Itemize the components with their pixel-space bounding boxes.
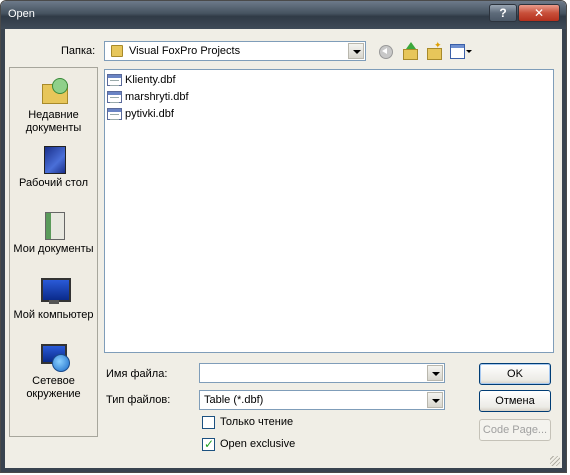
- place-label: Недавние документы: [25, 109, 82, 134]
- file-name: Klienty.dbf: [125, 74, 176, 86]
- place-network[interactable]: Сетевое окружение: [10, 342, 97, 401]
- checkbox-box[interactable]: [202, 437, 215, 451]
- folder-icon: [111, 45, 123, 57]
- window-frame-left: [1, 29, 5, 472]
- views-menu-icon[interactable]: [449, 42, 473, 60]
- up-folder-icon[interactable]: [401, 42, 419, 60]
- place-label: Мои документы: [13, 243, 94, 255]
- dbf-file-icon: [107, 108, 122, 120]
- code-page-button[interactable]: Code Page...: [479, 419, 551, 441]
- resize-grip[interactable]: [550, 456, 560, 466]
- file-name: marshryti.dbf: [125, 91, 189, 103]
- ok-button[interactable]: OK: [479, 363, 551, 385]
- places-bar: Недавние документы Рабочий стол Мои доку…: [9, 67, 98, 437]
- open-dialog: Open ? ✕ Папка: Visual FoxPro Projects Н…: [0, 0, 567, 473]
- place-label: Рабочий стол: [18, 177, 89, 189]
- chevron-down-icon[interactable]: [427, 365, 443, 381]
- window-frame-bottom: [1, 468, 566, 472]
- chevron-down-icon[interactable]: [427, 392, 443, 408]
- file-type-select[interactable]: Table (*.dbf): [199, 390, 445, 410]
- place-my-documents[interactable]: Мои документы: [10, 210, 97, 256]
- place-label: Мой компьютер: [13, 309, 94, 321]
- back-icon[interactable]: [377, 42, 395, 60]
- checkbox-box[interactable]: [202, 416, 215, 429]
- look-in-combo[interactable]: Visual FoxPro Projects: [104, 41, 366, 61]
- close-button[interactable]: ✕: [518, 4, 560, 22]
- chevron-down-icon[interactable]: [348, 43, 364, 59]
- recent-documents-icon: [38, 76, 70, 106]
- my-documents-icon: [38, 210, 70, 240]
- look-in-label: Папка:: [61, 45, 96, 57]
- window-title: Open: [8, 8, 35, 20]
- place-desktop[interactable]: Рабочий стол: [10, 144, 97, 190]
- file-type-label: Тип файлов:: [106, 394, 171, 406]
- title-bar[interactable]: Open ? ✕: [1, 1, 566, 29]
- look-in-value: Visual FoxPro Projects: [129, 45, 241, 57]
- network-icon: [38, 342, 70, 372]
- new-folder-icon[interactable]: [425, 40, 443, 60]
- place-label: Сетевое окружение: [26, 375, 81, 400]
- file-list[interactable]: Klienty.dbf marshryti.dbf pytivki.dbf: [104, 69, 554, 353]
- dbf-file-icon: [107, 91, 122, 103]
- file-name: pytivki.dbf: [125, 108, 174, 120]
- cancel-button[interactable]: Отмена: [479, 390, 551, 412]
- file-type-value: Table (*.dbf): [204, 394, 264, 406]
- open-exclusive-label: Open exclusive: [220, 438, 296, 450]
- file-name-label: Имя файла:: [106, 368, 168, 380]
- place-recent-documents[interactable]: Недавние документы: [10, 76, 97, 135]
- read-only-label: Только чтение: [220, 416, 294, 428]
- dbf-file-icon: [107, 74, 122, 86]
- help-button[interactable]: ?: [489, 4, 517, 22]
- file-name-input[interactable]: [199, 363, 445, 383]
- place-my-computer[interactable]: Мой компьютер: [10, 276, 97, 322]
- desktop-icon: [38, 144, 70, 174]
- window-frame-right: [562, 29, 566, 472]
- my-computer-icon: [38, 276, 71, 306]
